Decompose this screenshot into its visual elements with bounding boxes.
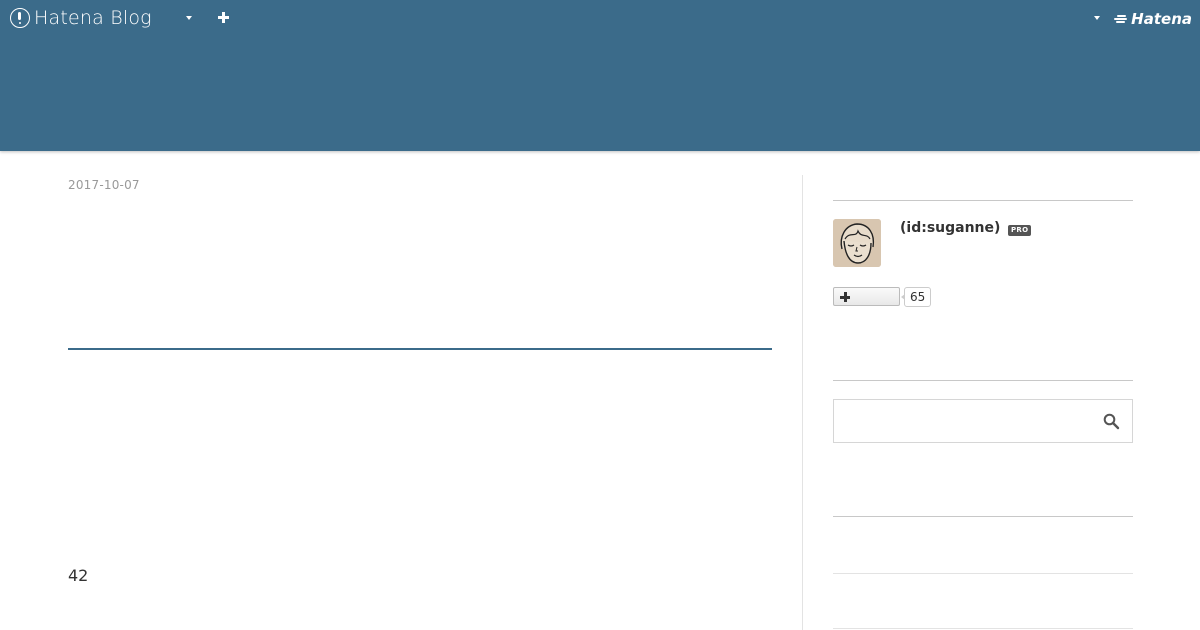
blog-menu-caret-icon[interactable] [183, 11, 197, 25]
sidebar-section-divider [833, 516, 1133, 517]
profile-id-link[interactable]: (id:suganne) [900, 220, 1000, 236]
subscribe-button[interactable] [833, 287, 900, 306]
hatena-blog-wordmark: Hatena Blog [34, 7, 152, 29]
blog-header: Hatena Blog Hatena [0, 0, 1200, 151]
sidebar-list-divider [833, 573, 1133, 574]
hatena-blog-icon [10, 8, 30, 28]
account-menu-caret-icon[interactable] [1091, 11, 1105, 25]
entry-content-text: 42 [68, 566, 89, 585]
pro-badge: PRO [1008, 225, 1032, 236]
sidebar-search-box [833, 399, 1133, 443]
global-header-bar: Hatena Blog Hatena [0, 0, 1200, 36]
hatena-wordmark: Hatena [1131, 10, 1192, 28]
sidebar-search-divider [833, 380, 1133, 381]
hatena-blog-logo-link[interactable]: Hatena Blog [10, 7, 152, 29]
plus-icon [840, 292, 850, 302]
column-divider [802, 175, 803, 630]
sidebar-list-divider [833, 628, 1133, 629]
search-input[interactable] [834, 400, 1089, 442]
new-post-plus-icon[interactable] [217, 11, 231, 25]
search-icon[interactable] [1103, 413, 1120, 430]
sidebar-profile-divider [833, 200, 1133, 201]
subscriber-count-badge: 65 [900, 287, 932, 307]
hatena-logo-icon [1113, 13, 1129, 25]
entry-date-link[interactable]: 2017-10-07 [68, 178, 140, 192]
entry-title-divider [68, 348, 772, 350]
profile-avatar[interactable] [833, 219, 881, 267]
hatena-logo-link[interactable]: Hatena [1113, 10, 1192, 28]
